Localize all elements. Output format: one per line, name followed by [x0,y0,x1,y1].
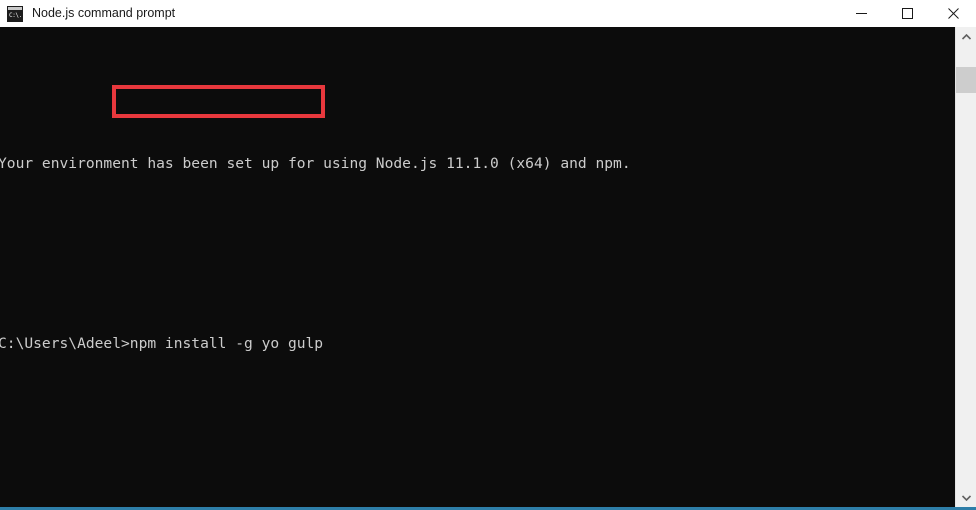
scrollbar-track[interactable] [956,46,976,488]
minimize-icon [855,13,867,14]
close-button[interactable] [930,0,976,27]
maximize-button[interactable] [884,0,930,27]
console-icon: C:\. [7,5,23,22]
console-icon-screen: C:\. [8,10,22,21]
vertical-scrollbar[interactable] [955,27,976,507]
window-title: Node.js command prompt [32,6,176,20]
close-icon [947,8,959,19]
minimize-button[interactable] [838,0,884,27]
title-bar-left: C:\. Node.js command prompt [0,0,838,27]
node-command-prompt-window: C:\. Node.js command prompt Your environ… [0,0,976,510]
scroll-down-button[interactable] [956,488,976,507]
scroll-up-button[interactable] [956,27,976,46]
scroll-thumb[interactable] [956,67,976,93]
terminal-output-area[interactable]: Your environment has been set up for usi… [0,27,955,507]
chevron-up-icon [961,33,971,40]
chevron-down-icon [961,494,971,501]
window-controls [838,0,976,27]
terminal-line: Your environment has been set up for usi… [0,155,631,172]
terminal-text: Your environment has been set up for usi… [0,29,955,479]
terminal-lines: Your environment has been set up for usi… [0,89,955,419]
title-bar[interactable]: C:\. Node.js command prompt [0,0,976,27]
maximize-icon [901,8,913,19]
terminal-line: C:\Users\Adeel>npm install -g yo gulp [0,335,324,352]
